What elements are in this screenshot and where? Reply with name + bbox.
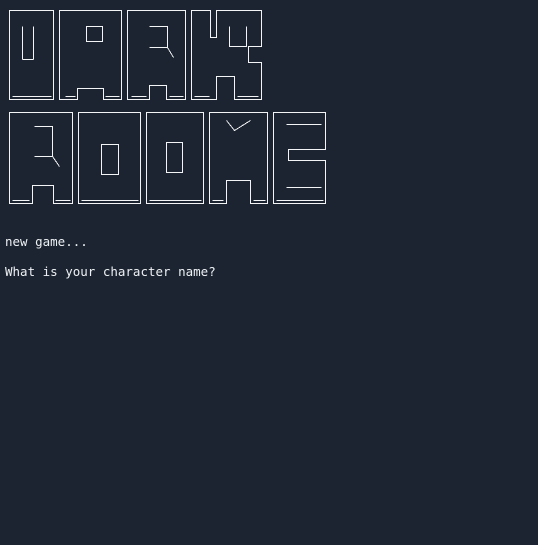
title-letter-o-2 bbox=[146, 112, 204, 204]
ascii-title-logo bbox=[3, 2, 333, 212]
terminal-line-new-game: new game... bbox=[5, 234, 88, 249]
title-letter-o bbox=[78, 112, 141, 204]
title-letter-d bbox=[9, 10, 54, 100]
title-letter-m bbox=[209, 112, 268, 204]
title-letter-a bbox=[59, 10, 122, 100]
ascii-title-art bbox=[9, 10, 326, 204]
terminal-line-name-prompt: What is your character name? bbox=[5, 264, 216, 279]
title-letter-r-2 bbox=[9, 112, 73, 204]
title-word-rooms bbox=[9, 112, 326, 204]
game-terminal[interactable]: new game... What is your character name? bbox=[0, 0, 538, 545]
title-letter-s bbox=[273, 112, 326, 204]
title-word-dark bbox=[9, 10, 262, 100]
title-letter-r bbox=[127, 10, 186, 100]
character-name-input[interactable] bbox=[206, 265, 406, 279]
title-letter-k bbox=[191, 10, 262, 100]
